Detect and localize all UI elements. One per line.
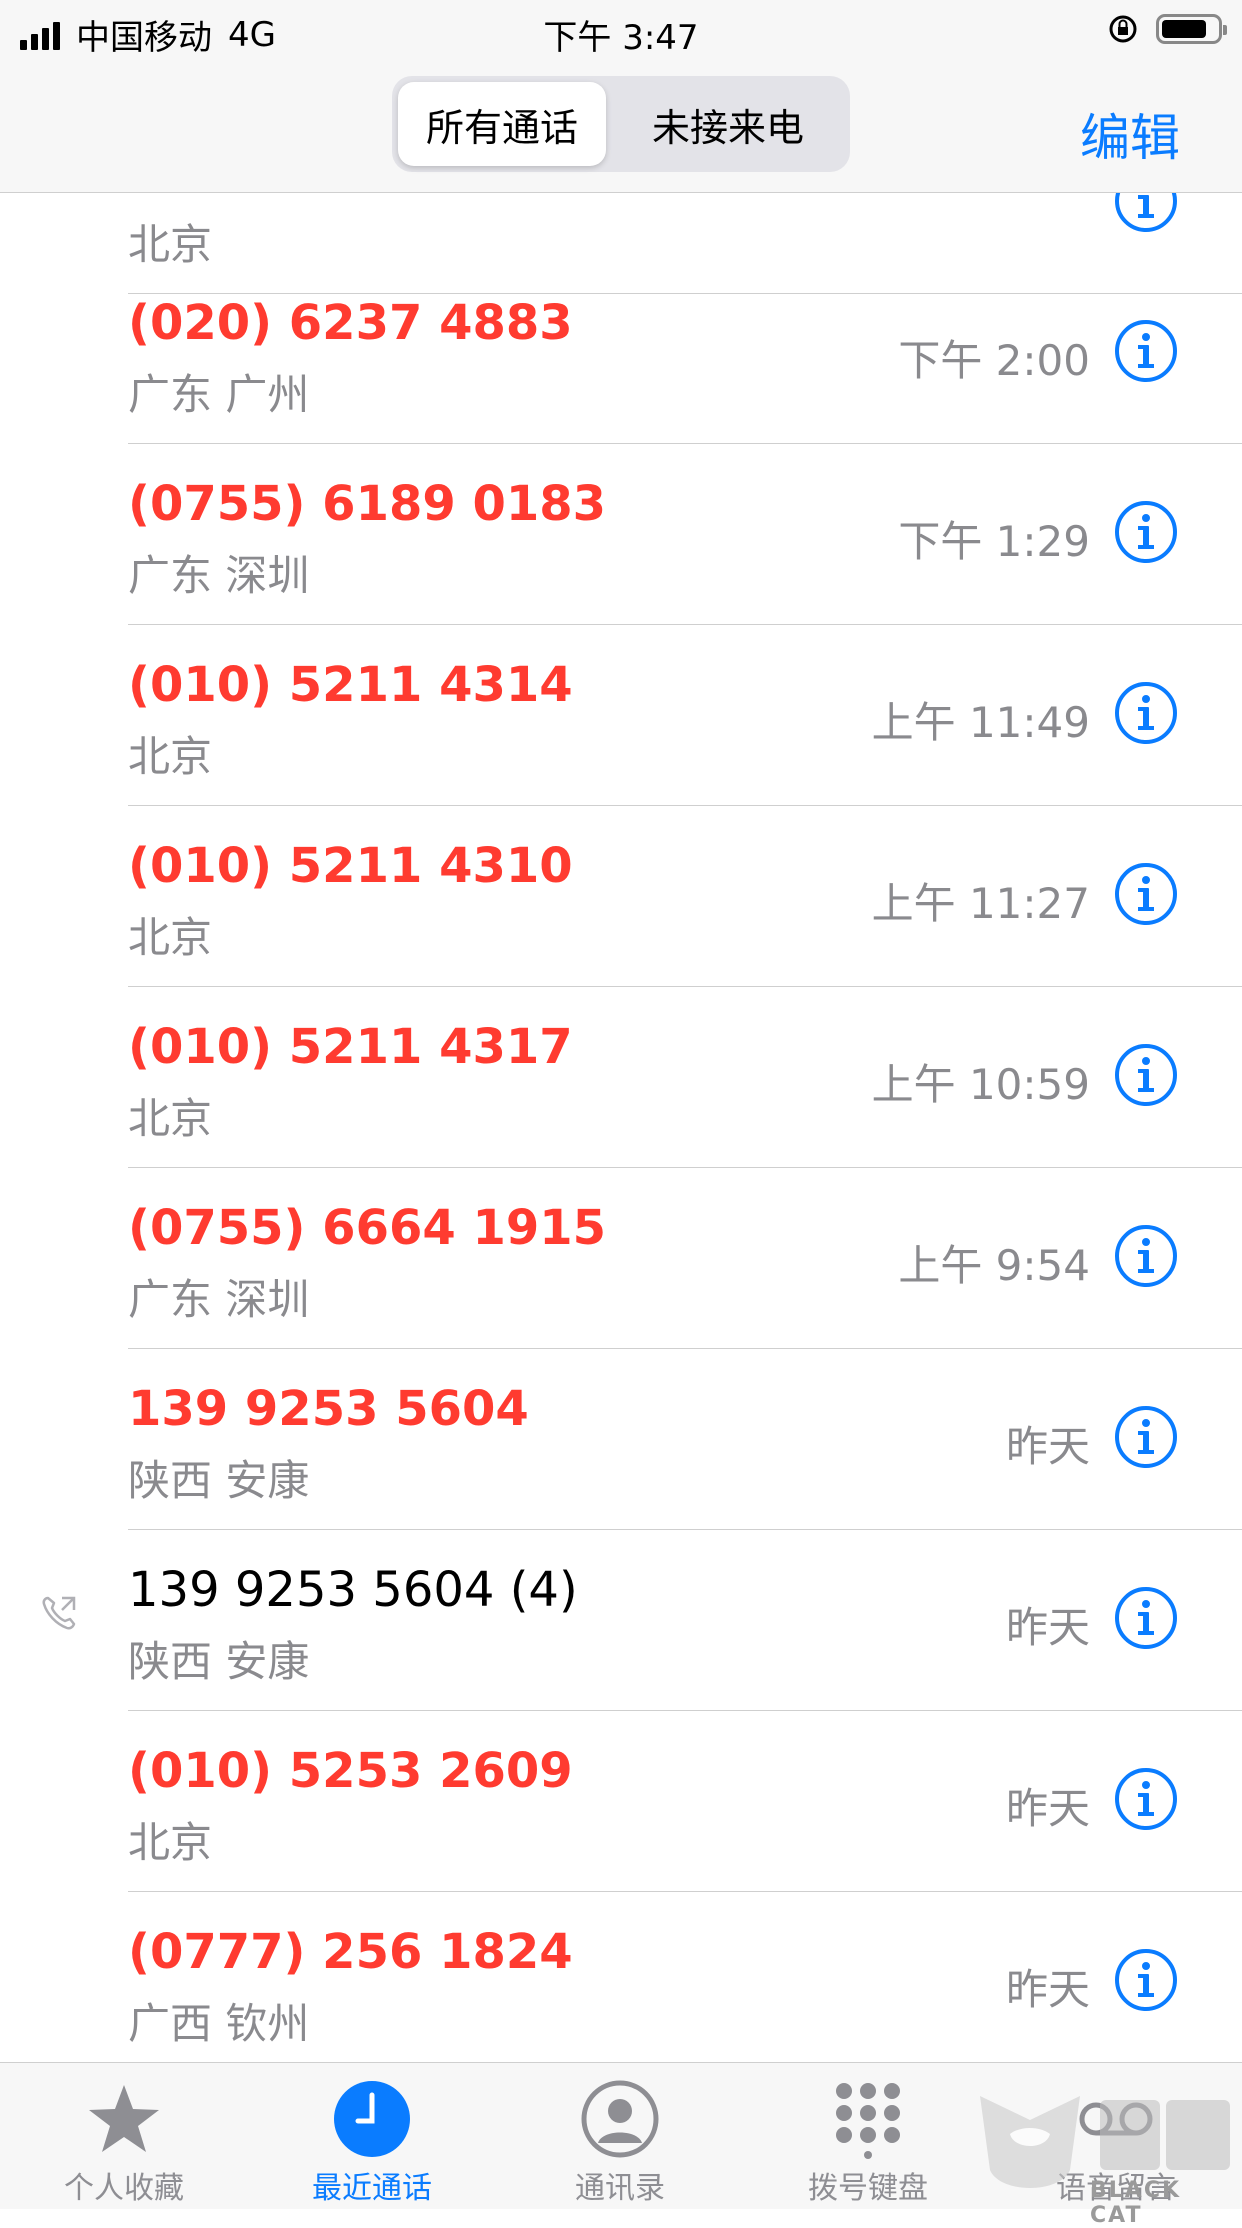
tab-recents[interactable]: 最近通话 (272, 2063, 472, 2209)
tab-label: 个人收藏 (64, 2171, 184, 2206)
call-time: 下午 1:29 (898, 517, 1090, 566)
tab-label: 最近通话 (312, 2171, 432, 2206)
rotation-lock-icon (1109, 15, 1137, 43)
info-icon[interactable] (1114, 1043, 1178, 1107)
call-number: 139 9253 5604 (4) (128, 1562, 578, 1618)
call-row[interactable]: (0777) 256 1824 广西 钦州 昨天 (0, 1892, 1242, 2062)
call-number: (020) 6237 4883 (128, 295, 573, 351)
keypad-icon (836, 2083, 900, 2159)
call-row[interactable]: (010) 5253 2609 北京 昨天 (0, 1711, 1242, 1892)
call-number: (010) 5211 4314 (128, 657, 573, 713)
tab-label: 拨号键盘 (808, 2171, 928, 2206)
call-time: 上午 11:49 (871, 698, 1090, 747)
call-time: 昨天 (1005, 1603, 1090, 1652)
segmented-control: 所有通话 未接来电 (392, 76, 850, 172)
watermark-text: BLACK CAT (1090, 2178, 1182, 2228)
segment-missed-calls[interactable]: 未接来电 (618, 82, 838, 166)
nav-bar: 所有通话 未接来电 编辑 (0, 62, 1242, 193)
battery-icon (1156, 14, 1227, 44)
info-icon[interactable] (1114, 862, 1178, 926)
info-icon[interactable] (1114, 1224, 1178, 1288)
call-number: (0777) 256 1824 (128, 1924, 573, 1980)
call-location: 陕西 安康 (128, 1637, 310, 1686)
status-bar: 中国移动 4G 下午 3:47 (0, 0, 1242, 62)
call-location: 北京 (128, 1818, 213, 1867)
call-row[interactable]: (010) 5211 4314 北京 上午 11:49 (0, 625, 1242, 806)
call-location: 北京 (128, 732, 213, 781)
call-row[interactable]: (010) 5211 4317 北京 上午 10:59 (0, 987, 1242, 1168)
call-number: 139 9253 5604 (128, 1381, 529, 1437)
call-time: 昨天 (1005, 1965, 1090, 2014)
info-icon[interactable] (1114, 681, 1178, 745)
call-location: 广东 广州 (128, 370, 310, 419)
call-number: (010) 5211 4310 (128, 838, 573, 894)
call-row[interactable]: 139 9253 5604 陕西 安康 昨天 (0, 1349, 1242, 1530)
call-number: (010) 5253 2609 (128, 1743, 573, 1799)
call-time: 下午 2:00 (898, 336, 1090, 385)
call-location: 广东 深圳 (128, 551, 310, 600)
info-icon[interactable] (1114, 1586, 1178, 1650)
call-row[interactable]: 139 9253 5604 (4) 陕西 安康 昨天 (0, 1530, 1242, 1711)
call-time: 昨天 (1005, 1784, 1090, 1833)
tab-contacts[interactable]: 通讯录 (520, 2063, 720, 2209)
status-time: 下午 3:47 (543, 18, 699, 58)
call-row[interactable]: (0755) 6189 0183 广东 深圳 下午 1:29 (0, 444, 1242, 625)
info-icon[interactable] (1114, 319, 1178, 383)
call-location: 北京 (128, 913, 213, 962)
call-location: 广西 钦州 (128, 1999, 310, 2048)
call-number: (0755) 6664 1915 (128, 1200, 607, 1256)
outgoing-call-icon (42, 1596, 76, 1630)
info-icon[interactable] (1114, 193, 1178, 233)
tab-label: 通讯录 (575, 2171, 665, 2206)
clock-icon (334, 2081, 410, 2157)
call-number: (010) 5211 4317 (128, 1019, 573, 1075)
status-right (1106, 12, 1227, 46)
info-icon[interactable] (1114, 1405, 1178, 1469)
call-number: (0755) 6189 0183 (128, 476, 607, 532)
call-time: 上午 10:59 (871, 1060, 1090, 1109)
edit-button[interactable]: 编辑 (1080, 98, 1180, 170)
contact-icon (581, 2080, 659, 2158)
call-time: 上午 9:54 (898, 1241, 1090, 1290)
call-time: 上午 11:27 (871, 879, 1090, 928)
segment-all-calls[interactable]: 所有通话 (398, 82, 606, 166)
tab-favorites[interactable]: 个人收藏 (24, 2063, 224, 2209)
call-location: 北京 (128, 1094, 213, 1143)
call-row[interactable]: (020) 6237 4883 广东 广州 下午 2:00 (0, 263, 1242, 444)
tab-keypad[interactable]: 拨号键盘 (768, 2063, 968, 2209)
info-icon[interactable] (1114, 500, 1178, 564)
star-icon (89, 2085, 159, 2152)
recents-list[interactable]: 北京 (020) 6237 4883 广东 广州 下午 2:00 (0755) … (0, 193, 1242, 2062)
info-icon[interactable] (1114, 1948, 1178, 2012)
call-location: 广东 深圳 (128, 1275, 310, 1324)
call-time: 昨天 (1005, 1422, 1090, 1471)
call-row[interactable]: (0755) 6664 1915 广东 深圳 上午 9:54 (0, 1168, 1242, 1349)
call-row[interactable]: (010) 5211 4310 北京 上午 11:27 (0, 806, 1242, 987)
call-location: 陕西 安康 (128, 1456, 310, 1505)
info-icon[interactable] (1114, 1767, 1178, 1831)
